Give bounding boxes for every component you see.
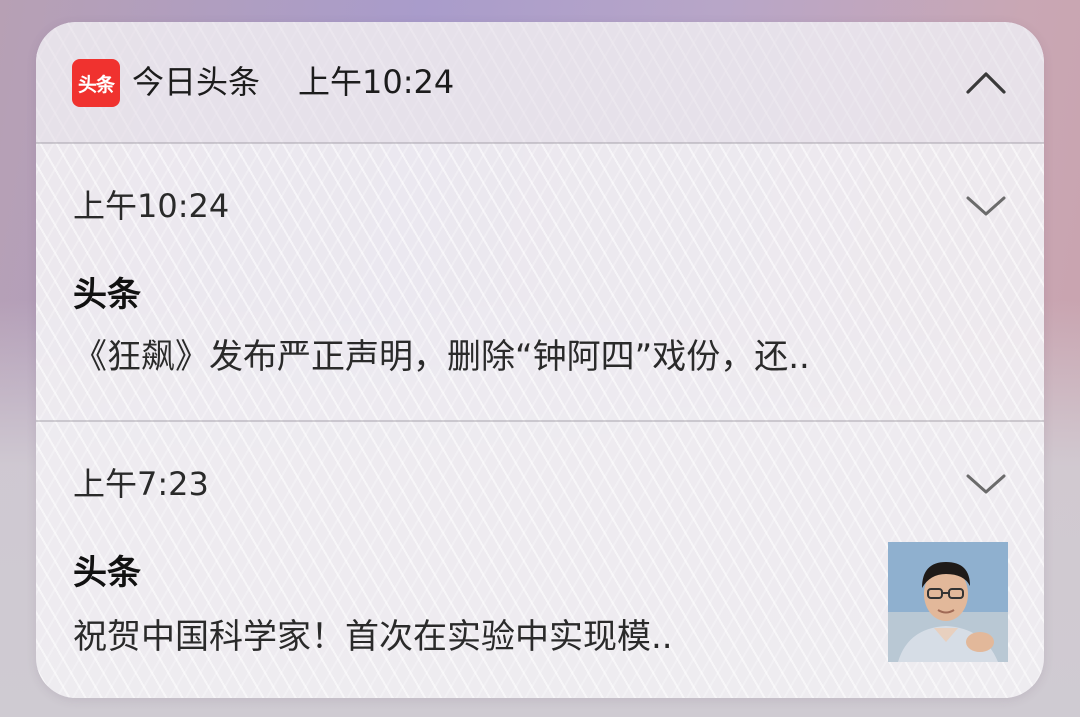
divider xyxy=(36,142,1044,144)
notification-body: 《狂飙》发布严正声明，删除“钟阿四”戏份，还.. xyxy=(73,337,810,377)
chevron-up-icon[interactable] xyxy=(964,68,1008,96)
chevron-down-icon[interactable] xyxy=(964,470,1008,498)
notification-thumbnail-image xyxy=(888,542,1008,662)
notification-group-card[interactable]: 头条 今日头条 上午10:24 上午10:24 头条 《狂飙》发布严正声明，删除… xyxy=(36,22,1044,698)
group-timestamp: 上午10:24 xyxy=(298,63,455,101)
notification-title: 头条 xyxy=(73,275,141,315)
person-photo-icon xyxy=(888,542,1008,662)
chevron-down-icon[interactable] xyxy=(964,192,1008,220)
toutiao-app-icon: 头条 xyxy=(72,59,120,107)
notification-time: 上午7:23 xyxy=(73,465,209,503)
notification-body: 祝贺中国科学家！首次在实验中实现模.. xyxy=(73,617,673,657)
notification-group-header[interactable]: 头条 今日头条 上午10:24 xyxy=(36,22,1044,143)
app-name: 今日头条 xyxy=(132,63,261,101)
notification-time: 上午10:24 xyxy=(73,187,230,225)
notification-title: 头条 xyxy=(73,553,141,593)
app-logo-text: 头条 xyxy=(77,73,115,96)
divider xyxy=(36,420,1044,422)
